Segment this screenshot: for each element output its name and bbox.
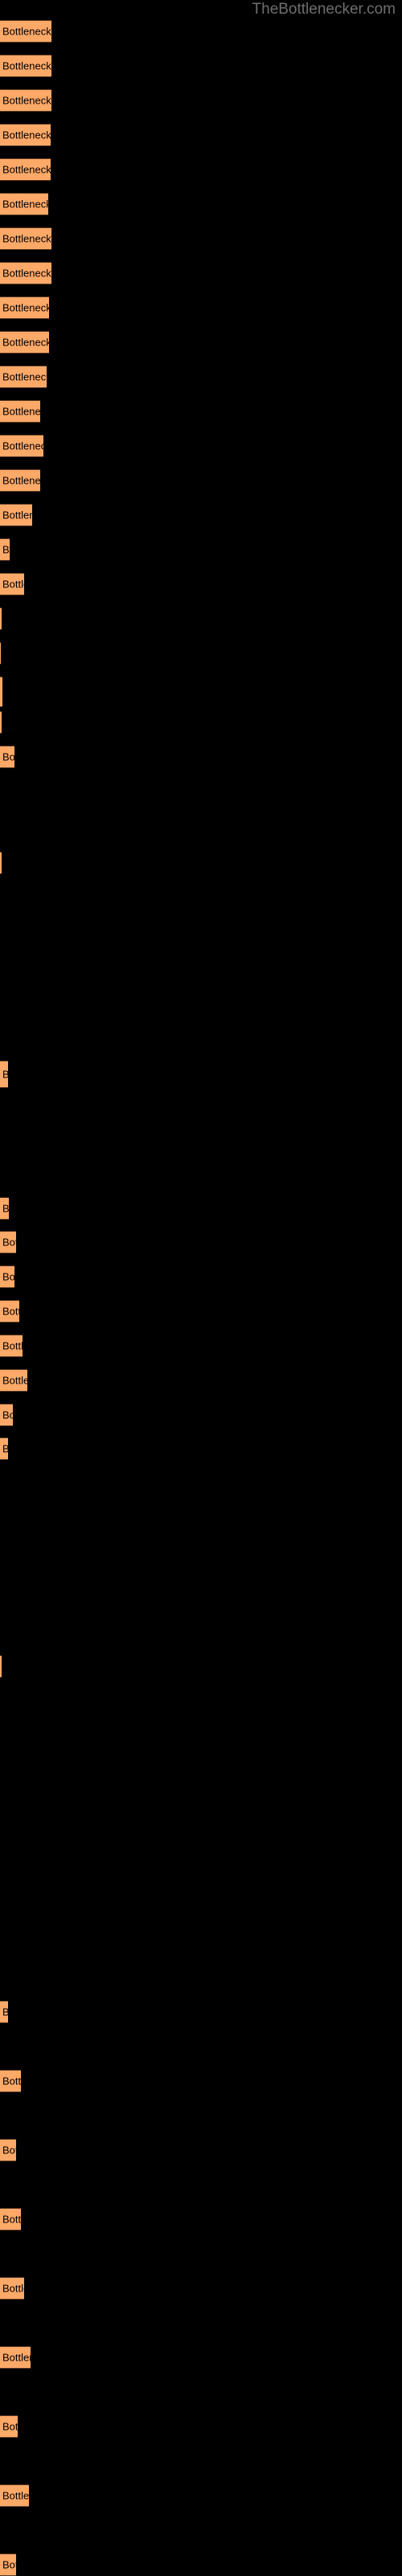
chart-bar-label: Bottleneck result bbox=[2, 2351, 31, 2364]
chart-bar-label: Bottleneck result bbox=[2, 129, 51, 141]
chart-bar: Bottleneck result bbox=[0, 296, 49, 319]
chart-bar-label: Bottleneck result bbox=[2, 405, 40, 418]
bars-layer: Bottleneck result Bottleneck result Bottle… bbox=[0, 0, 402, 2576]
chart-bar: Bottleneck result bbox=[0, 227, 51, 250]
chart-bar: Bottleneck result bbox=[0, 746, 14, 768]
chart-bar-label: Bottleneck result bbox=[2, 509, 32, 521]
chart-bar-label: Bottleneck result bbox=[2, 94, 51, 107]
chart-bar-label: Bottleneck result bbox=[2, 440, 43, 452]
chart-bar bbox=[0, 852, 2, 874]
chart-bar: Bottleneck result bbox=[0, 2277, 24, 2300]
chart-bar: Bottleneck result bbox=[0, 2415, 18, 2438]
chart-bar bbox=[0, 677, 2, 707]
chart-bar-label: Bottleneck result bbox=[2, 2213, 21, 2226]
chart-bar bbox=[0, 1655, 2, 1678]
chart-bar-label: Bottleneck result bbox=[2, 750, 14, 763]
chart-bar: Bottleneck result bbox=[0, 1335, 23, 1357]
chart-bar-label: Bottleneck result bbox=[2, 2075, 21, 2087]
chart-bar-label: Bottleneck result bbox=[2, 163, 51, 176]
chart-bar-label: Bottleneck result bbox=[2, 301, 49, 314]
chart-bar: Bottleneck result bbox=[0, 89, 51, 112]
chart-bar-label: Bottleneck result bbox=[2, 232, 51, 245]
chart-bar: Bottleneck result bbox=[0, 55, 51, 77]
chart-bar: Bottleneck result bbox=[0, 1197, 9, 1220]
chart-bar-label: Bottleneck result bbox=[2, 1270, 14, 1283]
chart-bar-label: Bottleneck result bbox=[2, 1069, 8, 1081]
chart-bar: Bottleneck result bbox=[0, 1266, 14, 1288]
chart-bar-label: Bottleneck result bbox=[2, 1236, 16, 1249]
chart-bar: Bottleneck result bbox=[0, 538, 10, 561]
chart-bar: Bottleneck result bbox=[0, 435, 43, 457]
chart-bar bbox=[0, 642, 1, 664]
chart-bar-label: Bottleneck result bbox=[2, 1339, 23, 1352]
chart-bar: Bottleneck result bbox=[0, 1369, 27, 1392]
chart-bar bbox=[0, 711, 2, 734]
chart-bar-label: Bottleneck result bbox=[2, 2282, 24, 2295]
chart-bar: Bottleneck result bbox=[0, 573, 24, 595]
chart-bar-label: Bottleneck result bbox=[2, 543, 10, 556]
chart-bar-label: Bottleneck result bbox=[2, 474, 40, 487]
chart-bar-label: Bottleneck result bbox=[2, 59, 51, 72]
chart-bar: Bottleneck result bbox=[0, 2070, 21, 2092]
chart-bar-label: Bottleneck result bbox=[2, 1374, 27, 1387]
chart-bar-label: Bottleneck result bbox=[2, 2420, 18, 2433]
chart-bar-label: Bottleneck result bbox=[2, 578, 24, 591]
chart-bar-label: Bottleneck result bbox=[2, 25, 51, 38]
chart-bar: Bottleneck result bbox=[0, 193, 48, 215]
chart-bar-label: Bottleneck result bbox=[2, 1409, 13, 1421]
chart-bar: Bottleneck result bbox=[0, 1061, 8, 1088]
chart-bar: Bottleneck result bbox=[0, 2554, 16, 2576]
chart-bar: Bottleneck result bbox=[0, 158, 51, 181]
chart-bar: Bottleneck result bbox=[0, 2001, 8, 2023]
chart-bar: Bottleneck result bbox=[0, 2139, 16, 2161]
chart-bar: Bottleneck result bbox=[0, 400, 40, 423]
chart-bar-label: Bottleneck result bbox=[2, 198, 48, 211]
chart-bar: Bottleneck result bbox=[0, 469, 40, 492]
chart-bar: Bottleneck result bbox=[0, 2484, 29, 2507]
chart-bar-label: Bottleneck result bbox=[2, 2558, 16, 2571]
chart-bar-label: Bottleneck result bbox=[2, 336, 49, 349]
chart-bar: Bottleneck result bbox=[0, 1404, 13, 1426]
chart-bar: Bottleneck result bbox=[0, 262, 51, 284]
chart-bar: Bottleneck result bbox=[0, 504, 32, 526]
chart-bar: Bottleneck result bbox=[0, 2208, 21, 2230]
chart-bar-label: Bottleneck result bbox=[2, 2144, 16, 2157]
bottleneck-bar-chart: TheBottlenecker.com Bottleneck resultBot… bbox=[0, 0, 402, 2576]
chart-bar-label: Bottleneck result bbox=[2, 1443, 8, 1455]
chart-bar: Bottleneck result bbox=[0, 1300, 19, 1323]
chart-bar: Bottleneck result bbox=[0, 20, 51, 43]
chart-bar: Bottleneck result bbox=[0, 2346, 31, 2369]
chart-bar: Bottleneck result bbox=[0, 366, 47, 388]
chart-bar-label: Bottleneck result bbox=[2, 1202, 9, 1215]
chart-bar: Bottleneck result bbox=[0, 1231, 16, 1253]
chart-bar-label: Bottleneck result bbox=[2, 370, 47, 383]
chart-bar-label: Bottleneck result bbox=[2, 2489, 29, 2502]
chart-bar-label: Bottleneck result bbox=[2, 2006, 8, 2018]
chart-bar: Bottleneck result bbox=[0, 124, 51, 146]
chart-bar bbox=[0, 607, 2, 630]
chart-bar-label: Bottleneck result bbox=[2, 267, 51, 280]
chart-bar: Bottleneck result bbox=[0, 1437, 8, 1460]
chart-bar-label: Bottleneck result bbox=[2, 1305, 19, 1318]
chart-bar: Bottleneck result bbox=[0, 331, 49, 354]
